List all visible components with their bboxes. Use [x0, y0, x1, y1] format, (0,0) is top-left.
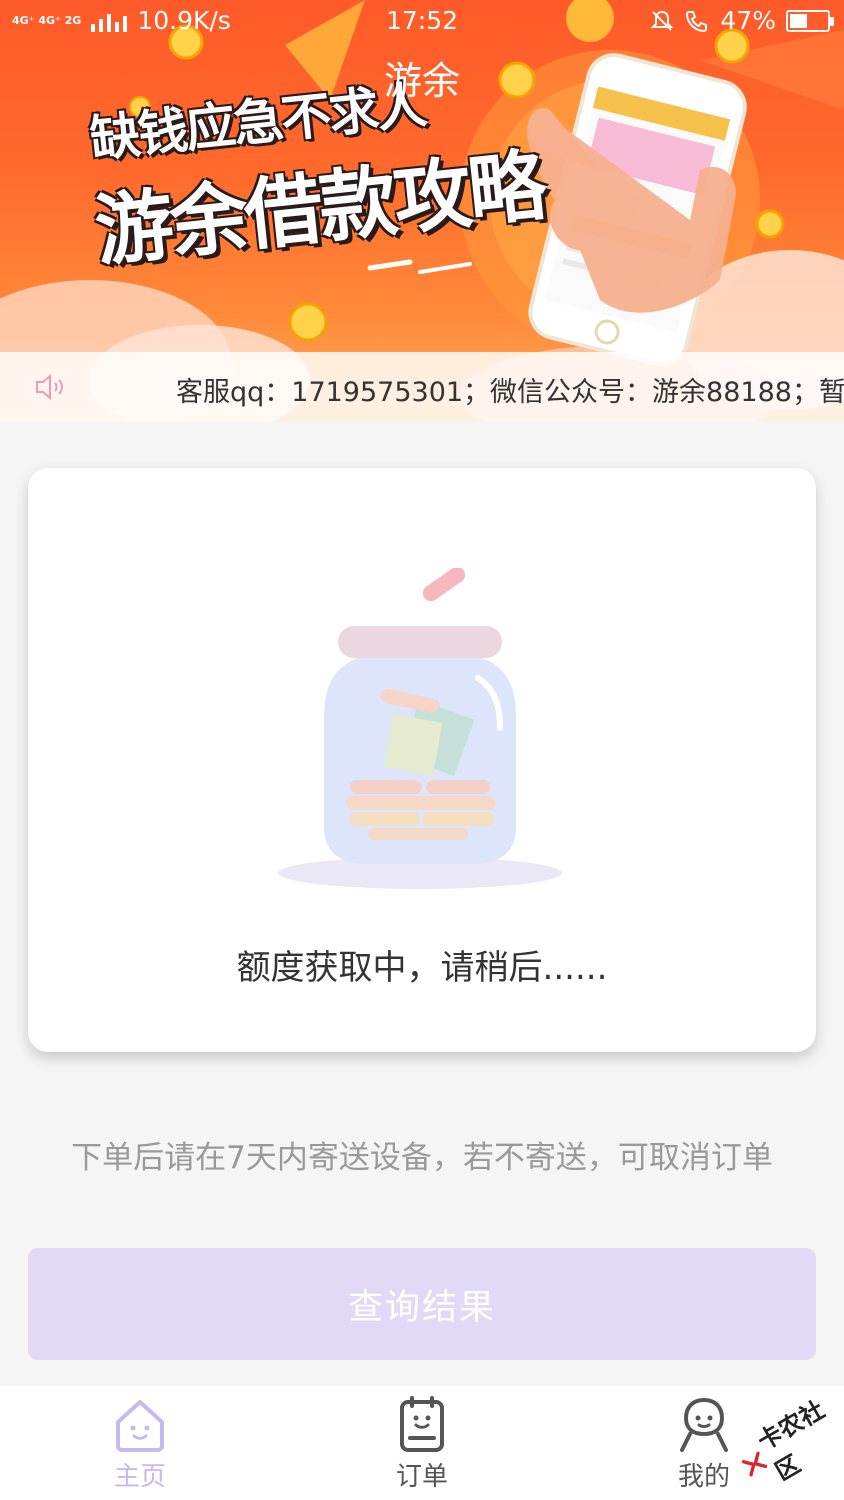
bottom-tab-bar: 主页 订单 我的: [0, 1386, 844, 1500]
call-icon: [686, 10, 708, 32]
loading-message: 额度获取中，请稍后......: [236, 948, 608, 988]
piggy-jar-illustration: [278, 568, 562, 889]
order-icon: [400, 1396, 444, 1452]
mute-bell-icon: [651, 10, 674, 31]
battery-icon: [786, 9, 834, 32]
home-icon: [116, 1400, 164, 1452]
battery-percent: 47%: [720, 6, 776, 35]
status-bar: 4G⁺ 4G⁺ 2G 10.9K/s 17:52 47%: [0, 0, 844, 46]
shipping-hint: 下单后请在7天内寄送设备，若不寄送，可取消订单: [71, 1140, 773, 1176]
tab-orders[interactable]: 订单: [352, 1394, 492, 1498]
notice-text: 客服qq：1719575301；微信公众号：游余88188；暂: [176, 377, 844, 408]
app-title: 游余: [383, 59, 460, 103]
query-result-button[interactable]: 查询结果: [28, 1248, 816, 1360]
tab-profile-label: 我的: [677, 1462, 730, 1492]
tab-orders-label: 订单: [395, 1462, 448, 1492]
tab-home[interactable]: 主页: [70, 1394, 210, 1498]
credit-status-card: 额度获取中，请稍后......: [28, 468, 816, 1052]
promo-banner[interactable]: 4G⁺ 4G⁺ 2G 10.9K/s 17:52 47% 游余 缺钱应急不求人 …: [0, 0, 844, 422]
notice-marquee[interactable]: 客服qq：1719575301；微信公众号：游余88188；暂: [0, 352, 844, 422]
tab-home-label: 主页: [113, 1462, 166, 1492]
profile-icon: [680, 1397, 728, 1452]
speaker-icon: [36, 373, 63, 401]
